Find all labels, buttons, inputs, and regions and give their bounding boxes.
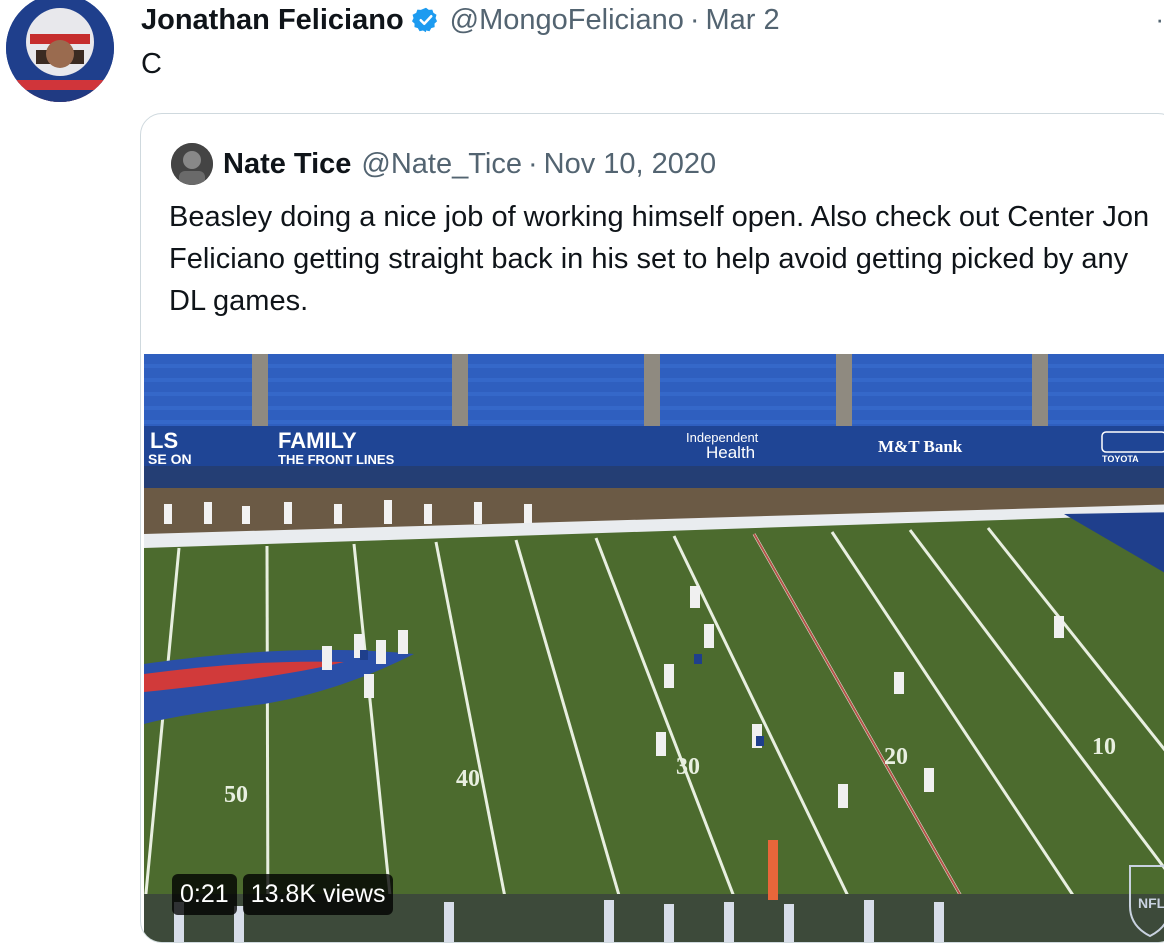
banner-se-on: SE ON: [148, 451, 192, 467]
nfl-watermark: NFL: [1138, 895, 1164, 911]
banner-front-lines: THE FRONT LINES: [278, 452, 395, 467]
banner-toyota: TOYOTA: [1102, 454, 1139, 464]
video-frame: LS SE ON FAMILY THE FRONT LINES Independ…: [144, 354, 1164, 942]
author-avatar[interactable]: [6, 0, 114, 102]
banner-mt-bank: M&T Bank: [878, 437, 963, 456]
quoted-tweet-header: Nate Tice @Nate_Tice · Nov 10, 2020: [171, 142, 716, 186]
yard-number-40: 40: [456, 766, 480, 792]
video-player[interactable]: LS SE ON FAMILY THE FRONT LINES Independ…: [144, 354, 1164, 942]
banner-health: Health: [706, 443, 755, 462]
yard-number-10: 10: [1092, 734, 1116, 760]
tweet-date[interactable]: Mar 2: [706, 4, 780, 37]
yard-number-50: 50: [224, 782, 248, 808]
quoted-tweet-date[interactable]: Nov 10, 2020: [544, 148, 717, 181]
tweet-text: C: [141, 48, 162, 80]
quoted-author-handle[interactable]: @Nate_Tice: [361, 148, 522, 181]
video-overlay: 0:21 13.8K views: [172, 874, 394, 915]
author-name[interactable]: Jonathan Feliciano: [141, 4, 404, 37]
more-dots-icon[interactable]: ·: [1155, 4, 1164, 35]
verified-badge-icon: [411, 6, 440, 34]
author-handle[interactable]: @MongoFeliciano: [450, 4, 684, 37]
video-views: 13.8K views: [242, 874, 394, 915]
quoted-author-name[interactable]: Nate Tice: [223, 148, 351, 181]
quoted-author-avatar[interactable]: [171, 143, 213, 185]
banner-ls: LS: [150, 428, 178, 453]
banner-family: FAMILY: [278, 428, 357, 453]
quoted-tweet[interactable]: Nate Tice @Nate_Tice · Nov 10, 2020 Beas…: [140, 113, 1164, 943]
separator-dot: ·: [689, 3, 700, 36]
video-duration: 0:21: [172, 874, 237, 915]
quoted-tweet-text: Beasley doing a nice job of working hims…: [169, 201, 1150, 317]
separator-dot: ·: [527, 147, 538, 180]
yard-number-20: 20: [884, 744, 908, 770]
tweet-header: Jonathan Feliciano @MongoFeliciano · Mar…: [141, 0, 780, 40]
yard-number-30: 30: [676, 754, 700, 780]
